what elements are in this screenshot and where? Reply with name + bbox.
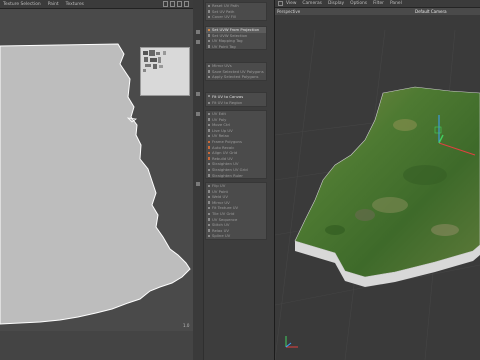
world-axis-indicator <box>285 336 298 348</box>
command-cover-uv-fill[interactable]: Cover UV Fill <box>206 14 266 20</box>
command-uv-point-tag[interactable]: UV Point Tag <box>206 44 266 50</box>
tool-icon[interactable] <box>196 30 200 34</box>
terrain-surface <box>294 86 480 278</box>
viewport-layout-icon[interactable] <box>278 1 283 6</box>
viewport-header <box>275 8 480 15</box>
command-group-uv-tools: Flip UV UV Paint Weld UV Mirror UV Fit Textu… <box>205 182 267 240</box>
3d-viewport[interactable]: View Cameras Display Options Filter Pane… <box>275 0 480 360</box>
tool-icon[interactable] <box>196 112 200 116</box>
command-fit-uv-to-canvas[interactable]: Fit UV to Canvas <box>206 93 266 100</box>
tool-icon[interactable] <box>196 92 200 96</box>
frame-icon[interactable] <box>177 1 182 7</box>
menu-paint[interactable]: Paint <box>48 2 59 7</box>
command-group-paths: Reset UV Path Set UV Path Cover UV Fill <box>205 2 267 21</box>
command-group-fit: Fit UV to Canvas Fit UV to Region <box>205 92 267 107</box>
viewport-menubar: View Cameras Display Options Filter Pane… <box>275 0 480 8</box>
move-icon[interactable] <box>163 1 168 7</box>
uv-scale-label: 1.0 <box>183 323 190 328</box>
uv-editor-panel: Texture Selection Paint Textures 1.0 <box>0 0 193 360</box>
menu-filter[interactable]: Filter <box>373 1 384 6</box>
viewport-title: Perspective <box>277 9 301 14</box>
viewport-scene <box>275 29 480 360</box>
menu-panel[interactable]: Panel <box>390 1 402 6</box>
menu-display[interactable]: Display <box>328 1 344 6</box>
tool-icon[interactable] <box>196 40 200 44</box>
uv-editor-footer <box>0 331 193 360</box>
menu-options[interactable]: Options <box>350 1 367 6</box>
command-apply-selected-polygons[interactable]: Apply Selected Polygons <box>206 74 266 80</box>
texture-thumbnail <box>140 47 190 96</box>
menu-texture-selection[interactable]: Texture Selection <box>3 2 41 7</box>
layout-icon[interactable] <box>184 1 189 7</box>
uv-commands-panel: Reset UV Path Set UV Path Cover UV Fill Se… <box>193 0 275 360</box>
viewport-camera-label[interactable]: Default Camera <box>415 9 447 14</box>
command-fit-uv-to-region[interactable]: Fit UV to Region <box>206 100 266 106</box>
command-straighten-ruler[interactable]: Straighten Ruler <box>206 173 266 179</box>
menu-view[interactable]: View <box>286 1 296 6</box>
command-group-mirror: Mirror UVs Save Selected UV Polygons Apply… <box>205 62 267 81</box>
command-spline-uv[interactable]: Spline UV <box>206 233 266 239</box>
command-group-projection: Set UVW From Projection Set UVW Selection… <box>205 26 267 51</box>
menu-cameras[interactable]: Cameras <box>302 1 322 6</box>
uv-toolbar <box>161 1 189 7</box>
uv-canvas[interactable] <box>0 9 193 331</box>
menu-textures[interactable]: Textures <box>66 2 84 7</box>
tool-icon[interactable] <box>196 182 200 186</box>
command-group-edit: UV Edit UV Poly Move Ctrl Live Up UV UV Rela… <box>205 110 267 180</box>
zoom-icon[interactable] <box>170 1 175 7</box>
tool-strip <box>193 0 204 360</box>
uv-editor-menubar: Texture Selection Paint Textures <box>0 0 193 9</box>
